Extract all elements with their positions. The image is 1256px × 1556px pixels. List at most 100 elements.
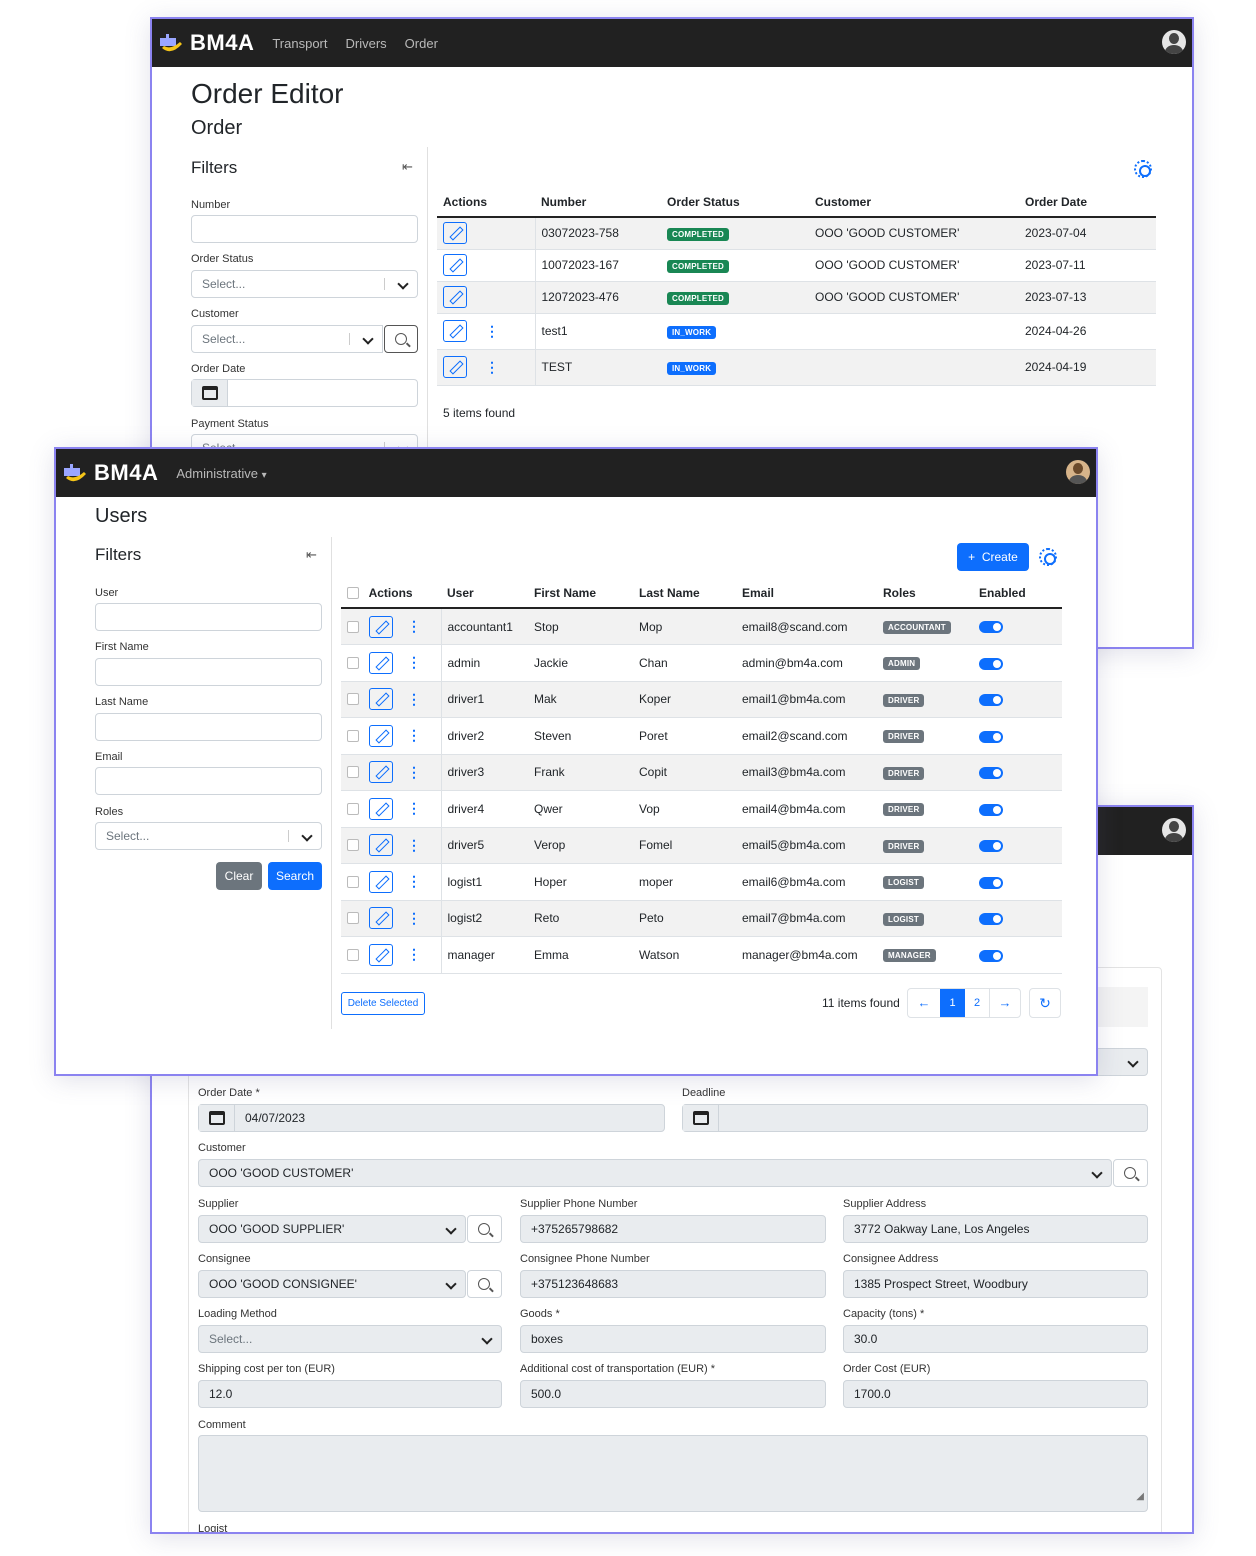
order-date-field[interactable]: 04/07/2023	[198, 1104, 665, 1132]
user-input[interactable]	[95, 603, 322, 631]
refresh-button[interactable]: ↻	[1029, 988, 1061, 1018]
table-row[interactable]: ⋮ admin Jackie Chan admin@bm4a.com ADMIN	[341, 644, 1062, 682]
supplier-select[interactable]: OOO 'GOOD SUPPLIER'	[198, 1215, 466, 1243]
more-options-icon[interactable]: ⋮	[407, 727, 421, 744]
edit-icon[interactable]	[369, 724, 394, 747]
page-1-button[interactable]: 1	[940, 989, 965, 1017]
more-options-icon[interactable]: ⋮	[407, 691, 421, 708]
nav-order[interactable]: Order	[405, 36, 438, 51]
user-avatar-icon[interactable]	[1066, 460, 1090, 484]
select-all-checkbox[interactable]	[347, 587, 359, 600]
col-order-status[interactable]: Order Status	[661, 187, 809, 218]
edit-icon[interactable]	[443, 222, 467, 245]
col-actions[interactable]: Actions	[437, 187, 535, 218]
customer-select[interactable]: OOO 'GOOD CUSTOMER'	[198, 1159, 1112, 1187]
more-options-icon[interactable]: ⋮	[407, 910, 421, 927]
roles-select[interactable]: Select...	[95, 822, 322, 850]
loading-method-select[interactable]: Select...	[198, 1325, 502, 1353]
order-date-input[interactable]	[191, 379, 418, 407]
order-status-select[interactable]: Select...	[191, 270, 418, 298]
row-checkbox[interactable]	[347, 948, 359, 961]
edit-icon[interactable]	[443, 254, 467, 276]
brand[interactable]: BM4A	[158, 30, 254, 56]
col-customer[interactable]: Customer	[809, 187, 1019, 218]
number-input[interactable]	[191, 215, 418, 243]
supplier-phone-field[interactable]: +375265798682	[520, 1215, 826, 1243]
edit-icon[interactable]	[369, 615, 394, 638]
col-actions[interactable]: Actions	[341, 578, 441, 609]
table-row[interactable]: ⋮ accountant1 Stop Mop email8@scand.com ACCOU…	[341, 608, 1062, 645]
table-row[interactable]: ⋮ manager Emma Watson manager@bm4a.com MANAGE…	[341, 936, 1062, 974]
table-row[interactable]: ⋮ driver4 Qwer Vop email4@bm4a.com DRIVER	[341, 790, 1062, 828]
row-checkbox[interactable]	[347, 729, 359, 742]
col-roles[interactable]: Roles	[877, 578, 973, 609]
user-avatar-icon[interactable]	[1162, 30, 1186, 54]
capacity-field[interactable]: 30.0	[843, 1325, 1148, 1353]
edit-icon[interactable]	[369, 943, 394, 966]
collapse-filters-icon[interactable]: ⇤	[306, 547, 317, 563]
more-options-icon[interactable]: ⋮	[407, 837, 421, 854]
page-prev-button[interactable]: ←	[908, 989, 940, 1017]
table-row[interactable]: ⋮ driver2 Steven Poret email2@scand.com DRIVE…	[341, 717, 1062, 755]
edit-icon[interactable]	[443, 286, 467, 308]
goods-field[interactable]: boxes	[520, 1325, 826, 1353]
row-checkbox[interactable]	[347, 656, 359, 669]
enabled-toggle[interactable]	[979, 657, 1003, 670]
table-row[interactable]: ⋮ TEST IN_WORK 2024-04-19	[437, 349, 1156, 386]
email-input[interactable]	[95, 767, 322, 795]
more-options-icon[interactable]: ⋮	[485, 359, 499, 376]
table-row[interactable]: ⋮ logist2 Reto Peto email7@bm4a.com LOGIST	[341, 900, 1062, 937]
row-checkbox[interactable]	[347, 875, 359, 888]
enabled-toggle[interactable]	[979, 913, 1003, 926]
resize-handle-icon[interactable]: ◢	[1136, 1484, 1144, 1510]
enabled-toggle[interactable]	[979, 730, 1003, 743]
calendar-icon[interactable]	[202, 386, 218, 400]
calendar-icon[interactable]	[209, 1111, 225, 1125]
consignee-address-field[interactable]: 1385 Prospect Street, Woodbury	[843, 1270, 1148, 1298]
row-checkbox[interactable]	[347, 766, 359, 779]
table-row[interactable]: 03072023-758 COMPLETED OOO 'GOOD CUSTOME…	[437, 217, 1156, 250]
edit-icon[interactable]	[443, 356, 467, 378]
col-user[interactable]: User	[441, 578, 528, 609]
user-avatar-icon[interactable]	[1162, 818, 1186, 842]
edit-icon[interactable]	[369, 870, 394, 893]
consignee-phone-field[interactable]: +375123648683	[520, 1270, 826, 1298]
edit-icon[interactable]	[369, 797, 394, 820]
collapse-filters-icon[interactable]: ⇤	[402, 159, 413, 175]
more-options-icon[interactable]: ⋮	[407, 946, 421, 963]
comment-textarea[interactable]: ◢	[198, 1435, 1148, 1512]
more-options-icon[interactable]: ⋮	[407, 764, 421, 781]
enabled-toggle[interactable]	[979, 621, 1003, 634]
row-checkbox[interactable]	[347, 620, 359, 633]
col-number[interactable]: Number	[535, 187, 661, 218]
edit-icon[interactable]	[369, 907, 394, 930]
row-checkbox[interactable]	[347, 802, 359, 815]
table-row[interactable]: ⋮ driver1 Mak Koper email1@bm4a.com DRIVER	[341, 681, 1062, 718]
customer-search-button[interactable]	[384, 325, 418, 353]
consignee-search-button[interactable]	[467, 1270, 502, 1298]
col-email[interactable]: Email	[736, 578, 877, 609]
table-row[interactable]: ⋮ test1 IN_WORK 2024-04-26	[437, 313, 1156, 350]
row-checkbox[interactable]	[347, 839, 359, 852]
table-row[interactable]: ⋮ driver5 Verop Fomel email5@bm4a.com DRIVER	[341, 827, 1062, 864]
edit-icon[interactable]	[369, 761, 394, 784]
enabled-toggle[interactable]	[979, 694, 1003, 707]
search-button[interactable]: Search	[268, 862, 322, 890]
col-last-name[interactable]: Last Name	[633, 578, 736, 609]
supplier-search-button[interactable]	[467, 1215, 502, 1243]
settings-gear-icon[interactable]	[1134, 160, 1152, 178]
more-options-icon[interactable]: ⋮	[407, 873, 421, 890]
table-row[interactable]: ⋮ logist1 Hoper moper email6@bm4a.com LOGIST	[341, 863, 1062, 901]
customer-select[interactable]: Select...	[191, 325, 383, 353]
more-options-icon[interactable]: ⋮	[407, 654, 421, 671]
table-row[interactable]: ⋮ driver3 Frank Copit email3@bm4a.com DRIVER	[341, 754, 1062, 791]
row-checkbox[interactable]	[347, 912, 359, 925]
enabled-toggle[interactable]	[979, 767, 1003, 780]
delete-selected-button[interactable]: Delete Selected	[341, 992, 425, 1015]
last-name-input[interactable]	[95, 713, 322, 741]
nav-administrative-menu[interactable]: Administrative ▾	[176, 466, 266, 481]
calendar-icon[interactable]	[693, 1111, 709, 1125]
enabled-toggle[interactable]	[979, 876, 1003, 889]
col-enabled[interactable]: Enabled	[973, 578, 1062, 609]
more-options-icon[interactable]: ⋮	[485, 323, 499, 340]
